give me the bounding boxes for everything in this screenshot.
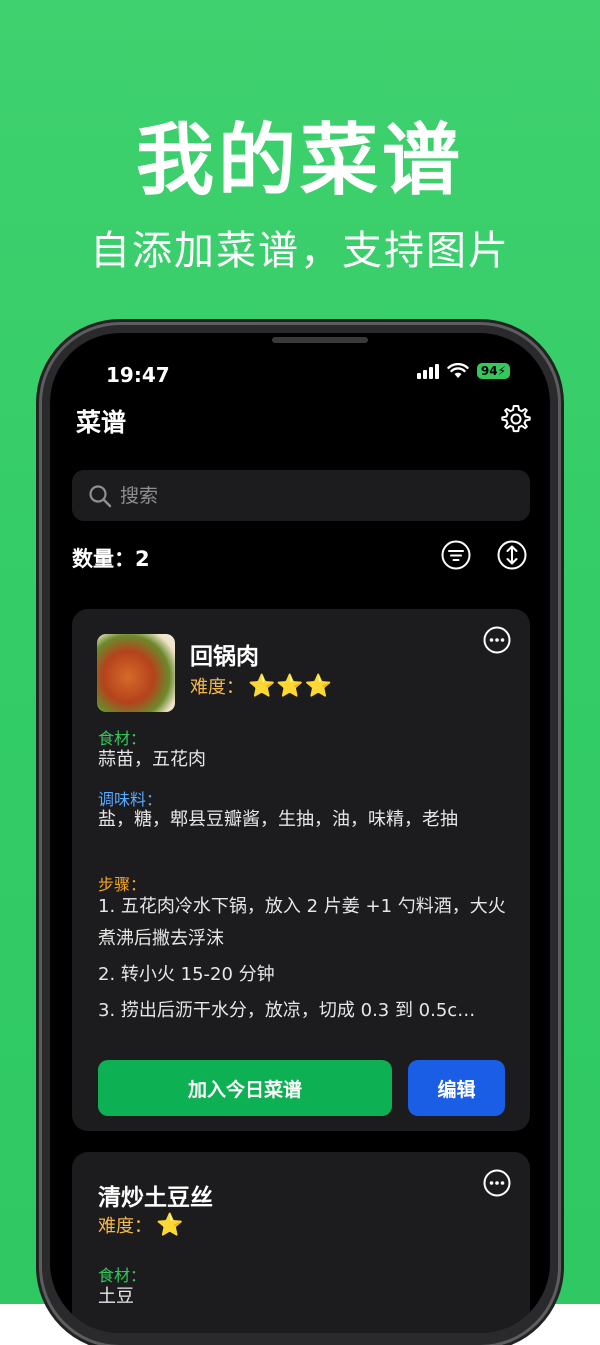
difficulty-stars-icon: ⭐ xyxy=(156,1212,185,1238)
gear-icon[interactable] xyxy=(500,403,532,435)
step-item: 3. 捞出后沥干水分，放凉，切成 0.3 到 0.5c… xyxy=(98,1000,476,1021)
app-screen: 19:47 94⚡ 菜谱 数量：2 xyxy=(50,333,550,1333)
search-bar[interactable] xyxy=(72,470,530,521)
difficulty-stars-icon: ⭐⭐⭐ xyxy=(248,673,334,699)
add-to-today-button[interactable]: 加入今日菜谱 xyxy=(98,1060,392,1116)
cellular-signal-icon xyxy=(416,363,439,379)
ingredients-label: 食材： xyxy=(98,1266,147,1285)
count-label: 数量： xyxy=(72,547,135,571)
page-title: 菜谱 xyxy=(76,408,127,437)
filter-icon[interactable] xyxy=(440,539,472,571)
step-item: 2. 转小火 15-20 分钟 xyxy=(98,964,275,985)
status-time: 19:47 xyxy=(106,363,170,387)
battery-level: 94 xyxy=(480,364,498,378)
count-value: 2 xyxy=(135,547,150,571)
difficulty-label: 难度： xyxy=(190,677,244,698)
recipe-card[interactable]: 清炒土豆丝 难度： ⭐ 食材： 土豆 xyxy=(72,1152,530,1333)
ingredients-text: 蒜苗，五花肉 xyxy=(98,749,206,770)
recipe-photo xyxy=(97,634,175,712)
steps-list: 1. 五花肉冷水下锅，放入 2 片姜 +1 勺料酒，大火煮沸后撇去浮沫 2. 转… xyxy=(98,891,508,1031)
recipe-name: 回锅肉 xyxy=(190,644,259,670)
ingredients-label: 食材： xyxy=(98,729,147,748)
promo-title: 我的菜谱 xyxy=(135,116,464,206)
sort-icon[interactable] xyxy=(496,539,528,571)
status-icons: 94⚡ xyxy=(416,363,510,379)
recipe-count: 数量：2 xyxy=(72,543,150,573)
difficulty-row: 难度： ⭐⭐⭐ xyxy=(190,673,333,699)
difficulty-label: 难度： xyxy=(98,1216,152,1237)
recipe-card[interactable]: 回锅肉 难度： ⭐⭐⭐ 食材： 蒜苗，五花肉 调味料： 盐，糖，郫县豆瓣酱，生抽… xyxy=(72,609,530,1131)
search-input[interactable] xyxy=(118,483,502,508)
phone-speaker xyxy=(272,337,368,343)
promo-subtitle: 自添加菜谱，支持图片 xyxy=(90,228,510,274)
phone-power-button xyxy=(558,645,564,771)
difficulty-row: 难度： ⭐ xyxy=(98,1212,184,1238)
search-icon xyxy=(89,484,112,507)
seasoning-text: 盐，糖，郫县豆瓣酱，生抽，油，味精，老抽 xyxy=(98,809,458,830)
battery-indicator: 94⚡ xyxy=(476,363,510,379)
more-options-icon[interactable] xyxy=(482,1168,512,1198)
recipe-name: 清炒土豆丝 xyxy=(98,1185,213,1211)
ingredients-text: 土豆 xyxy=(98,1286,134,1307)
wifi-icon xyxy=(447,363,469,378)
step-item: 1. 五花肉冷水下锅，放入 2 片姜 +1 勺料酒，大火煮沸后撇去浮沫 xyxy=(98,896,506,949)
more-options-icon[interactable] xyxy=(482,625,512,655)
edit-button[interactable]: 编辑 xyxy=(408,1060,505,1116)
